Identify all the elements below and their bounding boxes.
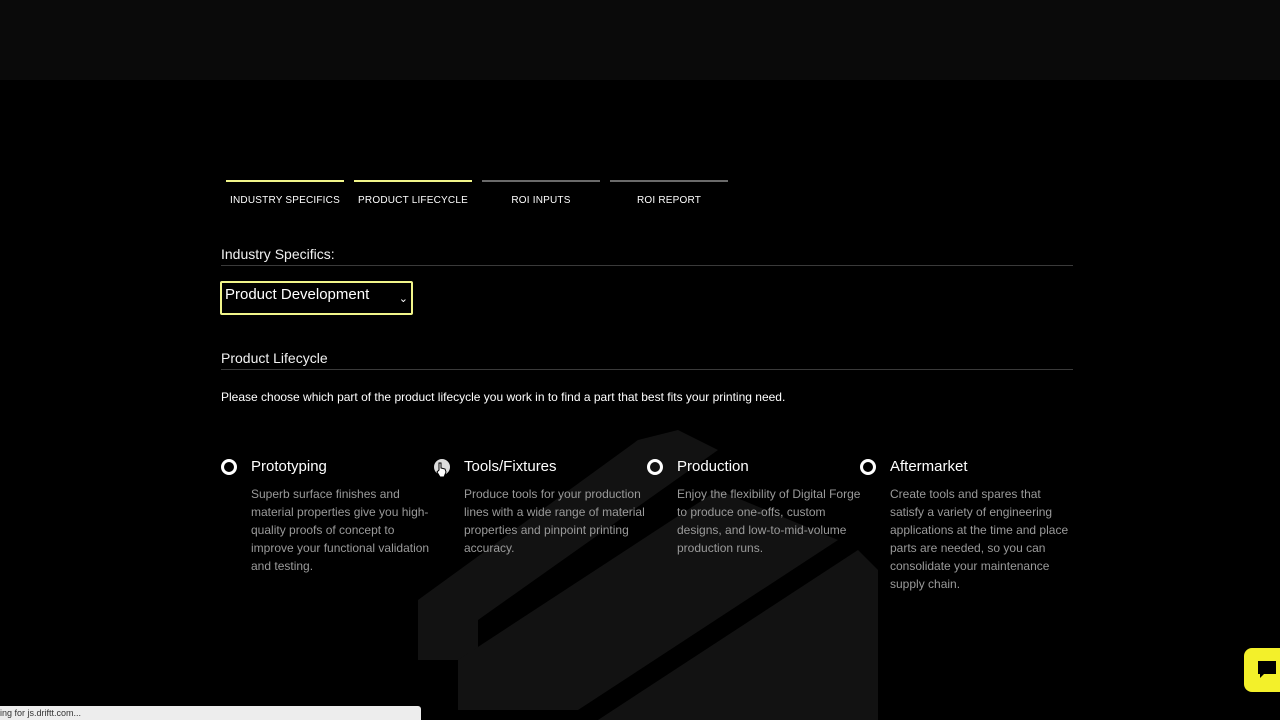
lifecycle-description: Please choose which part of the product … <box>221 390 786 404</box>
option-label[interactable]: Prototyping <box>251 458 436 475</box>
radio-production[interactable] <box>647 459 663 475</box>
chevron-down-icon: ⌄ <box>398 293 408 305</box>
option-description: Produce tools for your production lines … <box>464 487 645 555</box>
industry-specifics-heading: Industry Specifics: <box>221 246 1073 266</box>
option-prototyping: Prototyping Superb surface finishes and … <box>221 458 436 575</box>
product-lifecycle-heading: Product Lifecycle <box>221 350 1073 370</box>
tab-product-lifecycle[interactable]: PRODUCT LIFECYCLE <box>354 180 472 206</box>
option-description: Enjoy the flexibility of Digital Forge t… <box>677 487 861 555</box>
option-label[interactable]: Tools/Fixtures <box>464 458 649 475</box>
industry-select-value: Product Development <box>225 286 370 303</box>
progress-tabs: INDUSTRY SPECIFICS PRODUCT LIFECYCLE ROI… <box>226 180 728 206</box>
tab-industry-specifics[interactable]: INDUSTRY SPECIFICS <box>226 180 344 206</box>
tab-roi-report[interactable]: ROI REPORT <box>610 180 728 206</box>
header-band <box>0 0 1280 80</box>
option-description: Create tools and spares that satisfy a v… <box>890 487 1069 591</box>
option-production: Production Enjoy the flexibility of Digi… <box>647 458 862 557</box>
option-tools-fixtures: Tools/Fixtures Produce tools for your pr… <box>434 458 649 557</box>
option-label[interactable]: Production <box>677 458 862 475</box>
tab-roi-inputs[interactable]: ROI INPUTS <box>482 180 600 206</box>
chat-icon <box>1258 661 1276 678</box>
option-aftermarket: Aftermarket Create tools and spares that… <box>860 458 1075 593</box>
radio-prototyping[interactable] <box>221 459 237 475</box>
page: INDUSTRY SPECIFICS PRODUCT LIFECYCLE ROI… <box>0 0 1280 720</box>
pointer-cursor-icon <box>436 462 447 478</box>
option-label[interactable]: Aftermarket <box>890 458 1075 475</box>
radio-aftermarket[interactable] <box>860 459 876 475</box>
chat-launcher-button[interactable] <box>1244 648 1280 692</box>
option-description: Superb surface finishes and material pro… <box>251 487 430 573</box>
industry-select[interactable]: Product Development ⌄ <box>220 281 413 315</box>
browser-status-bar: ing for js.driftt.com... <box>0 706 421 720</box>
